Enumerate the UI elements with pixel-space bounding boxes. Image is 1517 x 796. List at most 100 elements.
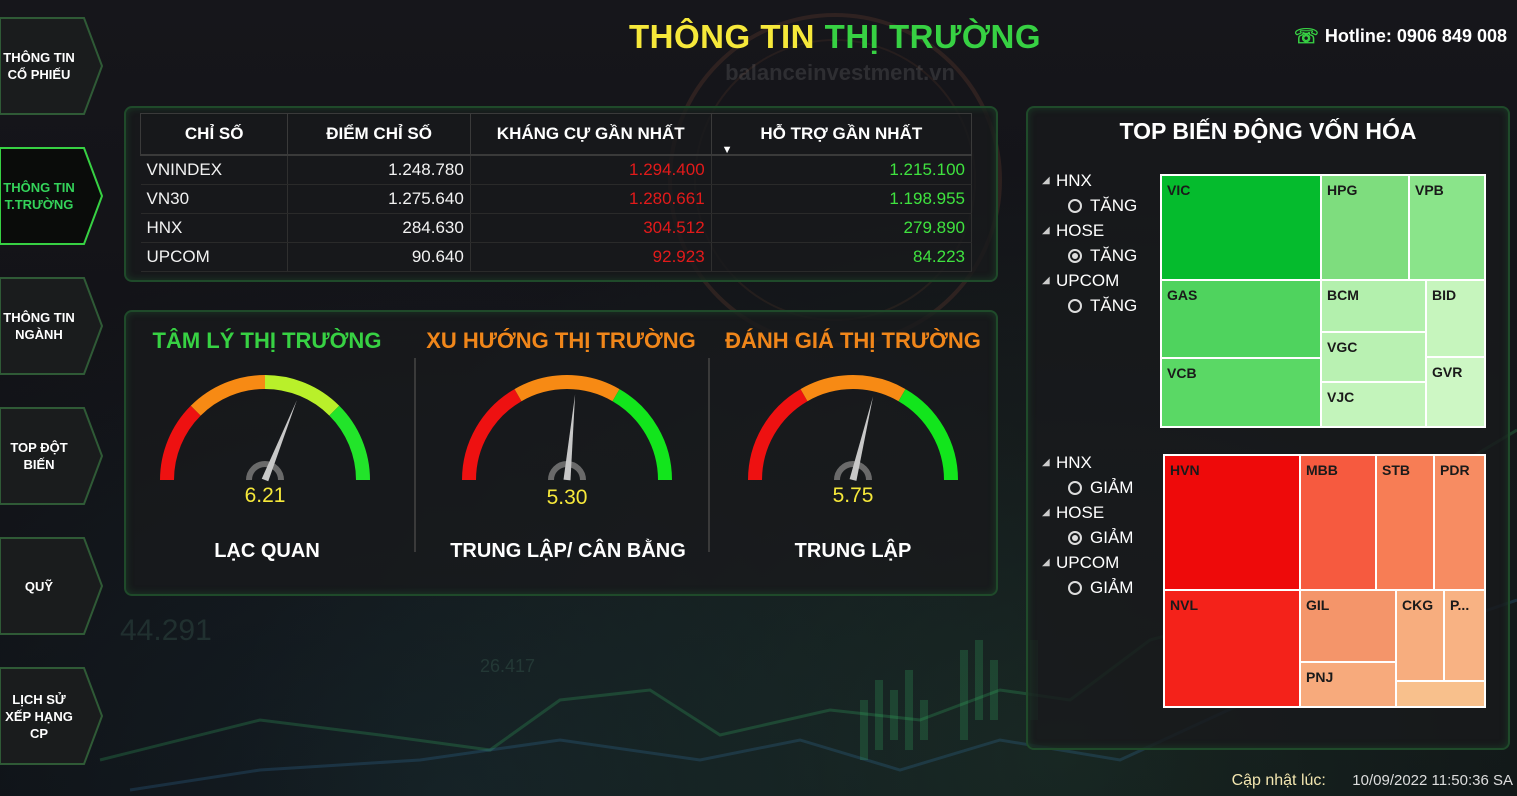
sidebar-item-label: TOP ĐỘT BIẾN xyxy=(10,440,68,472)
index-resistance: 304.512 xyxy=(470,213,712,243)
phone-icon: ☏ xyxy=(1293,26,1319,48)
svg-text:26.417: 26.417 xyxy=(480,656,535,676)
sidebar-item-label: THÔNG TIN CỔ PHIẾU xyxy=(3,50,75,82)
sidebar-item-label: QUỸ xyxy=(24,578,54,594)
gainers-treemap: VIC HPG VPB GAS BCM BID VGC VCB VJC GVR xyxy=(1160,174,1486,428)
index-support: 1.198.955 xyxy=(711,184,973,214)
treemap-tile[interactable]: HVN xyxy=(1163,454,1301,591)
index-name: HNX xyxy=(140,213,289,243)
last-updated-time: 10/09/2022 11:50:36 SA xyxy=(1352,772,1513,789)
sidebar-item-label: LỊCH SỬ XẾP HẠNG CP xyxy=(5,691,73,741)
treemap-tile[interactable]: VPB xyxy=(1408,174,1486,281)
gauge-rating xyxy=(748,375,958,481)
index-name: VN30 xyxy=(140,184,289,214)
treemap-tile[interactable]: GAS xyxy=(1160,279,1322,359)
treemap-tile[interactable]: VIC xyxy=(1160,174,1322,281)
table-row: UPCOM 90.640 92.923 84.223 xyxy=(140,242,973,272)
sort-desc-icon[interactable]: ▼ xyxy=(722,144,733,156)
losers-filter: ◢ HNX GIẢM ◢ HOSE GIẢM ◢ UPCOM GIẢM xyxy=(1042,450,1133,600)
treemap-tile[interactable]: GIL xyxy=(1299,589,1397,663)
filter-exchange-upcom[interactable]: ◢ UPCOM xyxy=(1042,550,1133,575)
gauge-arc-segment xyxy=(160,405,201,481)
hotline-text: Hotline: 0906 849 008 xyxy=(1324,26,1507,46)
radio-icon[interactable] xyxy=(1068,530,1082,545)
radio-icon[interactable] xyxy=(1068,580,1082,595)
index-support: 1.215.100 xyxy=(711,155,973,185)
gauge-arc-segment xyxy=(800,375,906,402)
filter-exchange-upcom[interactable]: ◢ UPCOM xyxy=(1042,268,1137,293)
gauge-arc-segment xyxy=(612,389,672,481)
sidebar-item-stock-info[interactable]: THÔNG TIN CỔ PHIẾU xyxy=(0,14,104,118)
gauge-value-trend: 5.30 xyxy=(546,486,588,509)
column-header-index[interactable]: CHỈ SỐ xyxy=(139,113,289,156)
page-title: THÔNG TIN THỊ TRƯỜNG xyxy=(560,18,1110,56)
gauge-divider xyxy=(414,358,416,552)
index-points: 284.630 xyxy=(287,213,471,243)
treemap-tile[interactable]: P... xyxy=(1443,589,1486,682)
filter-option-hnx-up[interactable]: TĂNG xyxy=(1042,193,1137,218)
filter-option-upcom-down[interactable]: GIẢM xyxy=(1042,575,1133,600)
treemap-tile[interactable]: CKG xyxy=(1395,589,1445,682)
last-updated-label: Cập nhật lúc: xyxy=(1231,772,1326,789)
sidebar-item-market-info[interactable]: THÔNG TIN T.TRƯỜNG xyxy=(0,144,104,248)
filter-option-hose-down[interactable]: GIẢM xyxy=(1042,525,1133,550)
watermark-site: balanceinvestment.vn xyxy=(725,60,955,85)
treemap-tile[interactable]: BCM xyxy=(1320,279,1427,333)
filter-option-hnx-down[interactable]: GIẢM xyxy=(1042,475,1133,500)
index-support: 279.890 xyxy=(711,213,973,243)
filter-exchange-hose[interactable]: ◢ HOSE xyxy=(1042,500,1133,525)
svg-text:44.291: 44.291 xyxy=(120,614,212,647)
radio-icon[interactable] xyxy=(1068,480,1082,495)
treemap-tile[interactable]: VJC xyxy=(1320,381,1427,428)
filter-exchange-hnx[interactable]: ◢ HNX xyxy=(1042,168,1137,193)
hotline[interactable]: ☏ Hotline: 0906 849 008 xyxy=(1294,24,1507,49)
treemap-tile[interactable]: PNJ xyxy=(1299,661,1397,708)
treemap-tile[interactable]: STB xyxy=(1375,454,1435,591)
radio-icon[interactable] xyxy=(1068,198,1082,213)
filter-exchange-hnx[interactable]: ◢ HNX xyxy=(1042,450,1133,475)
index-resistance: 1.294.400 xyxy=(470,155,712,185)
gauge-arc-segment xyxy=(264,375,340,416)
gauge-arc-segment xyxy=(329,405,370,481)
filter-option-hose-up[interactable]: TĂNG xyxy=(1042,243,1137,268)
treemap-tile[interactable]: PDR xyxy=(1433,454,1486,591)
treemap-tile[interactable]: NVL xyxy=(1163,589,1301,708)
radio-icon[interactable] xyxy=(1068,248,1082,263)
gauge-title-rating: ĐÁNH GIÁ THỊ TRƯỜNG xyxy=(725,328,981,353)
table-row: VN30 1.275.640 1.280.661 1.198.955 xyxy=(140,184,973,214)
treemap-tile[interactable]: GVR xyxy=(1425,356,1486,428)
column-header-points[interactable]: ĐIỂM CHỈ SỐ xyxy=(287,113,471,156)
sidebar-item-funds[interactable]: QUỸ xyxy=(0,534,104,638)
column-header-support-label: HỖ TRỢ GẦN NHẤT xyxy=(760,124,923,143)
gauge-divider xyxy=(708,358,710,552)
index-points: 1.248.780 xyxy=(287,155,471,185)
sidebar-item-top-breakout[interactable]: TOP ĐỘT BIẾN xyxy=(0,404,104,508)
treemap-tile[interactable]: VCB xyxy=(1160,357,1322,428)
table-row: VNINDEX 1.248.780 1.294.400 1.215.100 xyxy=(140,155,973,185)
filter-exchange-hose[interactable]: ◢ HOSE xyxy=(1042,218,1137,243)
gauge-value-rating: 5.75 xyxy=(832,484,874,507)
treemap-tile[interactable]: HPG xyxy=(1320,174,1410,281)
column-header-resistance[interactable]: KHÁNG CỰ GẦN NHẤT xyxy=(469,113,712,156)
gauge-trend xyxy=(462,375,672,481)
gauge-label-trend: TRUNG LẬP/ CÂN BẰNG xyxy=(450,540,686,562)
sidebar-item-industry-info[interactable]: THÔNG TIN NGÀNH xyxy=(0,274,104,378)
treemap-tile[interactable]: MBB xyxy=(1299,454,1377,591)
treemap-tile[interactable]: BID xyxy=(1425,279,1486,358)
treemap-tile[interactable] xyxy=(1395,680,1486,708)
index-points: 1.275.640 xyxy=(287,184,471,214)
gauge-arc-segment xyxy=(514,375,620,402)
gauge-label-rating: TRUNG LẬP xyxy=(794,540,912,562)
gauge-label-sentiment: LẠC QUAN xyxy=(214,540,320,562)
sidebar-item-ranking-history[interactable]: LỊCH SỬ XẾP HẠNG CP xyxy=(0,664,104,768)
gauge-value-sentiment: 6.21 xyxy=(244,484,286,507)
radio-icon[interactable] xyxy=(1068,298,1082,313)
column-header-support[interactable]: HỖ TRỢ GẦN NHẤT ▼ xyxy=(710,113,973,156)
sidebar-item-label: THÔNG TIN T.TRƯỜNG xyxy=(3,180,75,212)
treemap-tile[interactable]: VGC xyxy=(1320,331,1427,383)
index-name: UPCOM xyxy=(140,242,289,272)
market-cap-title: TOP BIẾN ĐỘNG VỐN HÓA xyxy=(1119,118,1417,144)
table-row: HNX 284.630 304.512 279.890 xyxy=(140,213,973,243)
filter-option-upcom-up[interactable]: TĂNG xyxy=(1042,293,1137,318)
index-resistance: 1.280.661 xyxy=(470,184,712,214)
